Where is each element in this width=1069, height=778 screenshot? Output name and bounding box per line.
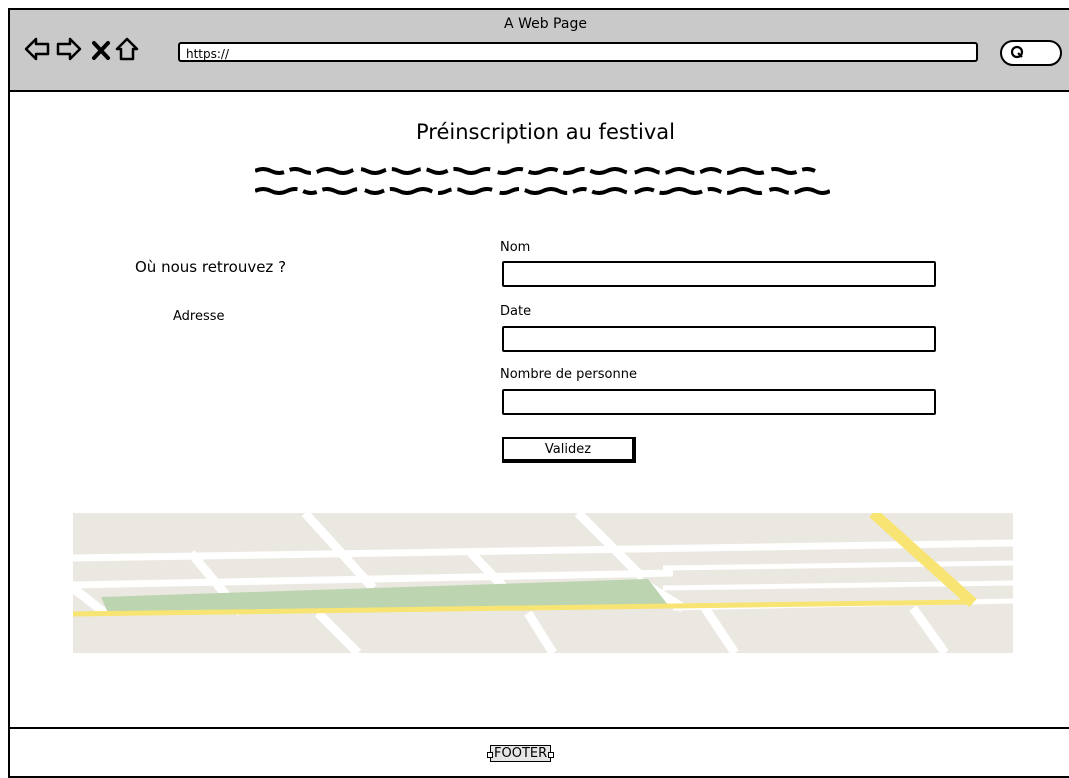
address-label: Adresse [173, 309, 225, 324]
placeholder-text-line [255, 167, 816, 175]
window-title: A Web Page [504, 16, 587, 32]
close-icon[interactable] [88, 38, 114, 64]
name-label: Nom [500, 240, 531, 255]
resize-handle [487, 752, 493, 758]
search-icon [1010, 45, 1024, 59]
browser-window: A Web Page https:// Préinscription au fe… [8, 8, 1069, 778]
placeholder-text-line [255, 187, 830, 195]
browser-toolbar: A Web Page https:// [10, 10, 1069, 92]
footer: FOOTER [487, 745, 555, 762]
browser-search-button[interactable] [1000, 40, 1062, 66]
address-bar[interactable]: https:// [178, 42, 978, 62]
footer-divider [10, 727, 1069, 729]
home-icon[interactable] [114, 36, 140, 62]
footer-label: FOOTER [494, 746, 548, 761]
date-label: Date [500, 304, 532, 319]
back-arrow-icon[interactable] [24, 36, 50, 62]
page-title: Préinscription au festival [415, 120, 676, 144]
people-count-label: Nombre de personne [500, 367, 637, 382]
location-heading: Où nous retrouvez ? [135, 258, 287, 276]
validate-button[interactable]: Validez [502, 437, 636, 463]
resize-handle [548, 752, 555, 758]
name-field[interactable] [502, 261, 936, 287]
forward-arrow-icon[interactable] [56, 36, 82, 62]
date-field[interactable] [502, 326, 936, 352]
map[interactable] [73, 513, 1013, 653]
people-count-field[interactable] [502, 389, 936, 415]
